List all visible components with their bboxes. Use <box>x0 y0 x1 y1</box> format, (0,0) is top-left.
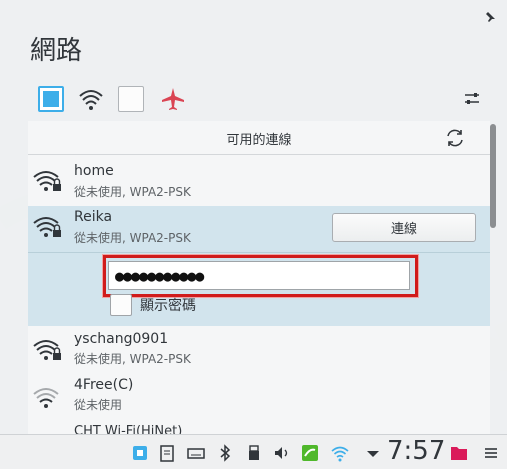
clipboard-icon[interactable] <box>158 444 176 462</box>
wifi-locked-icon <box>33 217 61 237</box>
status-label: 從未使用, WPA2-PSK <box>74 231 191 245</box>
wired-toggle-checkbox[interactable] <box>38 86 64 112</box>
list-item-home[interactable]: home 從未使用, WPA2-PSK <box>28 156 490 206</box>
scrollbar-thumb[interactable] <box>490 124 496 228</box>
refresh-icon[interactable] <box>444 127 466 149</box>
wifi-locked-icon <box>33 171 61 191</box>
device-notifier-icon[interactable] <box>131 444 149 462</box>
list-item-4free[interactable]: 4Free(C) 從未使用 <box>28 374 490 420</box>
list-item-yschang0901[interactable]: yschang0901 從未使用, WPA2-PSK <box>28 326 490 376</box>
clock[interactable]: 7:57 <box>387 436 445 466</box>
divider <box>28 252 490 253</box>
list-item-reika[interactable]: Reika 從未使用, WPA2-PSK 連線 顯示密碼 <box>28 206 490 326</box>
ssid-label: home <box>74 163 114 179</box>
menu-icon[interactable] <box>482 444 500 462</box>
bluetooth-icon[interactable] <box>216 444 234 462</box>
wifi-weak-icon <box>33 388 59 408</box>
keyboard-icon[interactable] <box>187 444 205 462</box>
updates-icon[interactable] <box>301 444 319 462</box>
list-header: 可用的連線 <box>28 121 490 155</box>
wifi-locked-icon <box>33 340 61 360</box>
ssid-label: yschang0901 <box>74 331 169 347</box>
password-input[interactable] <box>108 261 410 290</box>
status-label: 從未使用, WPA2-PSK <box>74 185 191 199</box>
connect-button[interactable]: 連線 <box>332 213 476 242</box>
taskbar: 7:57 <box>0 434 507 469</box>
volume-icon[interactable] <box>273 444 291 462</box>
folder-icon[interactable] <box>450 444 468 462</box>
chevron-down-icon[interactable] <box>364 444 382 462</box>
pin-icon[interactable] <box>483 10 497 24</box>
settings-icon[interactable] <box>464 91 480 107</box>
show-password-checkbox[interactable] <box>110 294 132 316</box>
page-title: 網路 <box>30 36 83 66</box>
status-label: 從未使用 <box>74 398 123 412</box>
ssid-label: 4Free(C) <box>74 377 134 393</box>
ssid-label: Reika <box>74 209 113 225</box>
airplane-icon[interactable] <box>160 86 186 112</box>
mobile-broadband-checkbox[interactable] <box>118 86 144 112</box>
list-header-label: 可用的連線 <box>226 133 292 148</box>
usb-drive-icon[interactable] <box>245 444 263 462</box>
wifi-icon[interactable] <box>78 86 104 112</box>
network-tray-icon[interactable] <box>331 444 349 462</box>
status-label: 從未使用, WPA2-PSK <box>74 352 191 366</box>
show-password-label[interactable]: 顯示密碼 <box>140 295 196 315</box>
